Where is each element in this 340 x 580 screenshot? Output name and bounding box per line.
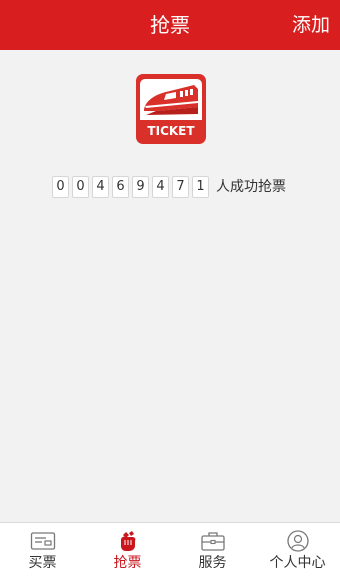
user-icon: [286, 530, 309, 552]
counter-digit: 0: [72, 176, 89, 198]
counter-digit: 1: [192, 176, 209, 198]
tab-buy-ticket[interactable]: 买票: [0, 523, 85, 580]
train-ticket-icon: TICKET: [140, 79, 202, 139]
top-bar: 抢票 添加: [0, 0, 340, 50]
tab-service[interactable]: 服务: [170, 523, 255, 580]
grab-hand-icon: [120, 531, 135, 551]
bottom-tab-bar: 买票 抢票 服务 个人中心: [0, 522, 340, 580]
success-counter: 0 0 4 6 9 4 7 1 人成功抢票: [52, 175, 286, 199]
tab-label: 个人中心: [269, 555, 326, 571]
tab-label: 买票: [28, 555, 57, 571]
briefcase-icon: [200, 532, 225, 551]
add-button[interactable]: 添加: [292, 12, 330, 38]
counter-digit: 4: [152, 176, 169, 198]
counter-digit: 7: [172, 176, 189, 198]
tab-grab-ticket[interactable]: 抢票: [85, 523, 170, 580]
counter-digit: 9: [132, 176, 149, 198]
counter-suffix: 人成功抢票: [216, 179, 286, 195]
logo-text: TICKET: [147, 124, 195, 138]
counter-digit: 4: [92, 176, 109, 198]
page-title: 抢票: [150, 13, 190, 37]
tab-label: 抢票: [113, 555, 142, 571]
tab-personal-center[interactable]: 个人中心: [255, 523, 340, 580]
tab-label: 服务: [198, 555, 227, 571]
ticket-logo: TICKET: [136, 74, 206, 144]
counter-digit: 0: [52, 176, 69, 198]
ticket-icon: [30, 532, 55, 550]
counter-digit: 6: [112, 176, 129, 198]
